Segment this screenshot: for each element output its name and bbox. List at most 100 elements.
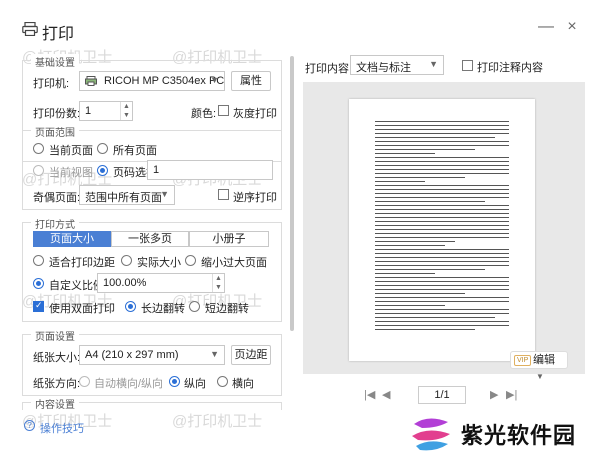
properties-button[interactable]: 属性 — [231, 71, 271, 91]
page-select-radio[interactable] — [97, 165, 108, 176]
preview-text-line — [375, 269, 485, 270]
preview-text-line — [375, 253, 509, 254]
minimize-button[interactable]: — — [536, 18, 556, 36]
preview-text-line — [375, 225, 509, 226]
preview-text-line — [375, 301, 509, 302]
chevron-down-icon: ▼ — [210, 75, 219, 85]
reverse-checkbox[interactable] — [218, 189, 229, 200]
preview-text-line — [375, 221, 509, 222]
preview-text-line — [375, 193, 509, 194]
preview-text-line — [375, 213, 509, 214]
copies-label: 打印份数: — [33, 108, 81, 120]
all-pages-radio[interactable] — [97, 143, 108, 154]
preview-text-line — [375, 197, 509, 198]
auto-orientation-label: 自动横向/纵向 — [94, 378, 164, 390]
preview-text-line — [375, 329, 475, 330]
tab-multi-page[interactable]: 一张多页 — [111, 231, 189, 247]
help-icon: ? — [24, 420, 35, 431]
chevron-down-icon: ▼ — [160, 189, 169, 199]
short-edge-label: 短边翻转 — [205, 303, 249, 315]
first-page-button[interactable]: |◀ — [364, 388, 375, 401]
settings-scrollbar[interactable] — [290, 56, 294, 331]
preview-text-line — [375, 125, 509, 126]
current-page-label: 当前页面 — [49, 145, 93, 157]
printer-select[interactable]: RICOH MP C3504ex PCL 6 ▼ — [79, 71, 225, 91]
close-button[interactable]: × — [562, 18, 582, 36]
preview-text-line — [375, 245, 445, 246]
actual-size-label: 实际大小 — [137, 257, 181, 269]
duplex-checkbox[interactable] — [33, 300, 44, 312]
landscape-radio[interactable] — [217, 376, 228, 387]
preview-text-line — [375, 149, 475, 150]
preview-text-line — [375, 169, 509, 170]
preview-text-line — [375, 273, 435, 274]
actual-size-radio[interactable] — [121, 255, 132, 266]
fit-margin-radio[interactable] — [33, 255, 44, 266]
preview-text-line — [375, 277, 509, 278]
chevron-down-icon: ▼ — [429, 59, 438, 69]
tab-page-size[interactable]: 页面大小 — [33, 231, 111, 247]
print-annotation-label: 打印注释内容 — [477, 62, 543, 74]
preview-text-line — [375, 181, 425, 182]
short-edge-radio[interactable] — [189, 301, 200, 312]
preview-text-line — [375, 241, 455, 242]
odd-even-select[interactable]: 范围中所有页面 ▼ — [79, 185, 175, 205]
custom-scale-input[interactable]: 100.00% ▲ ▼ — [97, 273, 225, 293]
paper-size-select[interactable]: A4 (210 x 297 mm) ▼ — [79, 345, 225, 365]
grayscale-checkbox[interactable] — [218, 105, 229, 116]
title-bar: 打印 — × — [0, 0, 600, 48]
help-link[interactable]: 操作技巧 — [40, 420, 84, 436]
brand-logo: 紫光软件园 — [404, 408, 600, 458]
brand-logo-text: 紫光软件园 — [461, 423, 577, 448]
preview-text-line — [375, 297, 509, 298]
preview-text-line — [375, 177, 465, 178]
color-label: 颜色: — [191, 108, 217, 120]
copies-stepper[interactable]: ▲ ▼ — [120, 102, 132, 120]
custom-scale-radio[interactable] — [33, 278, 44, 289]
margin-button[interactable]: 页边距 — [231, 345, 271, 365]
preview-text-line — [375, 165, 509, 166]
tab-booklet[interactable]: 小册子 — [189, 231, 269, 247]
preview-text-line — [375, 293, 465, 294]
last-page-button[interactable]: ▶| — [506, 388, 517, 401]
reverse-label: 逆序打印 — [233, 192, 277, 204]
copies-input[interactable]: 1 ▲ ▼ — [79, 101, 133, 121]
next-page-button[interactable]: ▶ — [490, 388, 498, 401]
long-edge-radio[interactable] — [125, 301, 136, 312]
prev-page-button[interactable]: ◀ — [382, 388, 390, 401]
preview-text-line — [375, 233, 509, 234]
all-pages-label: 所有页面 — [113, 145, 157, 157]
printer-label: 打印机: — [33, 78, 70, 90]
preview-text-line — [375, 205, 509, 206]
preview-text-line — [375, 129, 509, 130]
odd-even-label: 奇偶页面: — [33, 192, 81, 204]
preview-text-line — [375, 257, 509, 258]
print-annotation-checkbox[interactable] — [462, 60, 473, 71]
content-settings-group: 内容设置 — [22, 396, 282, 410]
page-select-input[interactable]: 1 — [147, 160, 273, 180]
current-page-radio[interactable] — [33, 143, 44, 154]
settings-panel: 基础设置 打印机: RICOH MP C3504ex PCL 6 ▼ 属性 打印… — [22, 50, 290, 410]
preview-text-line — [375, 121, 509, 122]
preview-text-line — [375, 265, 509, 266]
current-view-radio[interactable] — [33, 165, 44, 176]
shrink-large-radio[interactable] — [185, 255, 196, 266]
scale-stepper[interactable]: ▲ ▼ — [212, 274, 224, 292]
preview-text-line — [375, 217, 509, 218]
preview-text-line — [375, 173, 509, 174]
preview-text-line — [375, 141, 509, 142]
vip-badge: VIP — [514, 355, 532, 366]
preview-text-line — [375, 189, 509, 190]
group-title: 页面设置 — [31, 328, 79, 343]
print-content-select[interactable]: 文档与标注 ▼ — [350, 55, 444, 75]
print-mode-group: 打印方式 页面大小 一张多页 小册子 适合打印边距 实际大小 缩小过大页面 自定… — [22, 216, 282, 322]
portrait-radio[interactable] — [169, 376, 180, 387]
preview-text-line — [375, 161, 509, 162]
auto-orientation-radio[interactable] — [79, 376, 90, 387]
page-range-group: 页面范围 当前页面 所有页面 当前视图 页码选择: 1 奇偶页面: 范围中所有页… — [22, 124, 282, 210]
orientation-label: 纸张方向: — [33, 378, 81, 390]
fit-margin-label: 适合打印边距 — [49, 257, 115, 269]
preview-text-line — [375, 229, 509, 230]
preview-text-line — [375, 237, 509, 238]
printer-small-icon — [85, 76, 97, 86]
